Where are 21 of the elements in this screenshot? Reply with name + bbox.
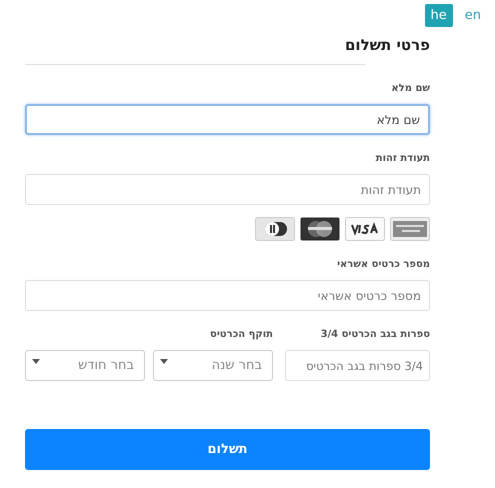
language-button[interactable]: en [458,4,487,26]
caret-icon [32,359,40,364]
card-logo-icon [300,217,340,241]
caret-icon [160,359,168,364]
field-label: תוקף הכרטיס [209,329,273,340]
field-label: ספרות בגב הכרטיס 3/4 [320,329,430,340]
card-logo-icon [255,217,295,241]
field-label: מספר כרטיס אשראי [336,259,430,270]
card-number-field[interactable]: מספר כרטיס אשראי [25,280,430,311]
language-button[interactable]: he [424,4,453,26]
cvv-field[interactable]: 3/4 ספרות בגב הכרטיס [285,350,430,381]
dropdown[interactable]: בחר חודש [25,350,145,381]
card-logo-icon [390,217,430,241]
field-label: שם מלא [390,83,430,94]
form-title: פרטי תשלום [344,36,430,56]
id-field[interactable]: תעודת זהות [25,174,430,205]
dropdown[interactable]: בחר שנה [153,350,273,381]
field-label: תעודת זהות [374,153,430,164]
pay-button[interactable]: תשלום [25,429,430,470]
name-field[interactable]: שם מלא [25,104,430,135]
card-logo-icon [345,217,385,241]
